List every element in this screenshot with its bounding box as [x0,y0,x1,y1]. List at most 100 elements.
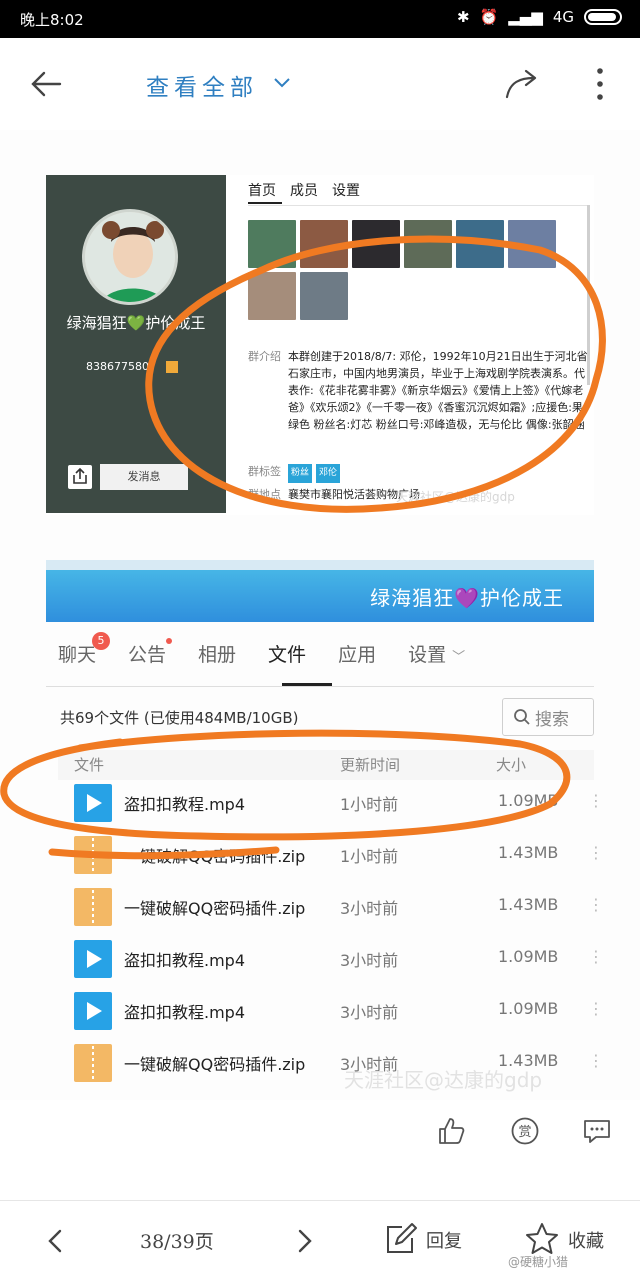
group-tab-members[interactable]: 成员 [290,180,318,200]
watermark: @硬糖小猎 [508,1255,569,1269]
share-square-icon[interactable] [68,465,92,489]
zip-file-icon [74,888,112,926]
file-name: 一键破解QQ密码插件.zip [124,1055,306,1074]
watermark: 天涯社区@达康的gdp [344,1068,543,1092]
search-icon [514,709,530,725]
reply-icon[interactable] [382,1221,418,1257]
file-time: 1小时前 [340,795,399,814]
row-more-icon[interactable]: ⋮ [588,843,604,862]
file-time: 1小时前 [340,847,399,866]
send-message-button[interactable]: 发消息 [100,464,188,490]
tab-label: 应用 [338,644,377,666]
file-time: 3小时前 [340,1003,399,1022]
group-photo[interactable] [508,220,556,268]
group-photo[interactable] [248,220,296,268]
group-photo[interactable] [248,272,296,320]
page-indicator[interactable]: 38/39页 [140,1227,214,1254]
group-profile-panel: 绿海猖狂💚护伦成王 838677580 发消息 [46,175,226,513]
group-photo[interactable] [352,220,400,268]
file-row[interactable]: 一键破解QQ密码插件.zip 1小时前 1.43MB ⋮ [58,830,604,882]
file-row[interactable]: 盗扣扣教程.mp4 1小时前 1.09MB ⋮ [58,778,604,830]
post-image[interactable]: 绿海猖狂💚护伦成王 838677580 发消息 首页 成员 设置 群介绍 本群创… [0,130,640,1100]
bluetooth-icon: ✱ [456,8,470,26]
reply-button[interactable]: 回复 [426,1227,462,1253]
group-tab-home[interactable]: 首页 [248,180,276,200]
column-size[interactable]: 大小 [496,754,526,775]
comment-icon[interactable] [582,1116,612,1146]
group-tab-settings[interactable]: 设置 [332,180,360,200]
favorite-button[interactable]: 收藏 [568,1227,604,1253]
like-icon[interactable] [436,1116,466,1146]
new-dot [166,638,173,644]
group-tabs: 聊天 5 公告 相册 文件 应用 设置 ﹀ [58,632,497,667]
group-tab-underline [248,202,282,204]
video-file-icon [74,784,112,822]
file-name: 盗扣扣教程.mp4 [124,951,246,970]
group-photo[interactable] [300,272,348,320]
column-name[interactable]: 文件 [74,754,104,775]
status-time: 晚上8:02 [20,11,84,29]
group-info-panel: 首页 成员 设置 群介绍 本群创建于2018/8/7: 邓伦，1992年10月2… [242,175,594,513]
location-label: 群地点 [248,488,281,501]
group-banner: 绿海猖狂💜护伦成王 [46,560,594,622]
group-intro-row: 群介绍 本群创建于2018/8/7: 邓伦，1992年10月21日出生于河北省石… [248,348,588,433]
video-file-icon [74,940,112,978]
file-row[interactable]: 一键破解QQ密码插件.zip 3小时前 1.43MB ⋮ [58,882,604,934]
more-menu-icon[interactable] [592,66,608,102]
network-type: 4G [552,8,574,26]
group-tags-row: 群标签 粉丝 邓伦 [248,463,588,483]
row-more-icon[interactable]: ⋮ [588,999,604,1018]
tab-chat[interactable]: 聊天 5 [58,632,111,667]
alarm-icon: ⏰ [479,8,499,26]
group-photo-grid [248,220,558,320]
tab-apps[interactable]: 应用 [338,640,376,667]
bottom-bar: 38/39页 回复 收藏 @硬糖小猎 [0,1201,640,1280]
group-photo[interactable] [300,220,348,268]
tab-settings[interactable]: 设置 ﹀ [408,640,465,667]
group-name: 绿海猖狂💚护伦成王 [66,314,206,332]
chevron-down-icon[interactable] [272,76,292,90]
page-title[interactable]: 查看全部 [146,68,258,102]
file-size: 1.43MB [498,895,559,914]
row-more-icon[interactable]: ⋮ [588,895,604,914]
tab-label: 公告 [128,644,167,666]
file-size: 1.09MB [498,999,559,1018]
intro-text: 本群创建于2018/8/7: 邓伦，1992年10月21日出生于河北省石家庄市，… [288,350,588,431]
file-size: 1.09MB [498,947,559,966]
watermark: 天涯社区@达康的gdp [396,490,515,504]
group-card: 绿海猖狂💚护伦成王 838677580 发消息 首页 成员 设置 群介绍 本群创… [46,175,594,515]
file-name: 盗扣扣教程.mp4 [124,795,246,814]
video-file-icon [74,992,112,1030]
file-row[interactable]: 盗扣扣教程.mp4 3小时前 1.09MB ⋮ [58,986,604,1038]
file-name: 一键破解QQ密码插件.zip [124,847,306,866]
back-arrow-icon[interactable] [30,70,62,98]
group-photo[interactable] [404,220,452,268]
group-tag: 邓伦 [316,464,341,483]
tab-album[interactable]: 相册 [198,640,236,667]
tab-label: 相册 [198,644,237,666]
star-icon[interactable] [524,1221,560,1257]
file-table-header: 文件 更新时间 大小 [58,750,594,780]
column-time[interactable]: 更新时间 [340,754,400,775]
top-bar: 查看全部 [0,38,640,130]
file-time: 3小时前 [340,951,399,970]
svg-text:赏: 赏 [518,1125,531,1140]
intro-label: 群介绍 [248,350,281,363]
row-more-icon[interactable]: ⋮ [588,1051,604,1070]
share-icon[interactable] [504,68,540,100]
chevron-down-icon: ﹀ [452,650,466,665]
row-more-icon[interactable]: ⋮ [588,947,604,966]
reward-icon[interactable]: 赏 [510,1116,540,1146]
file-search-input[interactable]: 搜索 [502,698,594,736]
group-photo[interactable] [456,220,504,268]
tab-files[interactable]: 文件 [268,640,306,667]
file-time: 3小时前 [340,899,399,918]
group-card-tabs: 首页 成员 设置 [248,180,360,200]
next-page-icon[interactable] [294,1227,316,1255]
tab-label: 文件 [268,644,307,666]
search-placeholder: 搜索 [535,709,569,730]
previous-page-icon[interactable] [44,1227,66,1255]
tab-announcement[interactable]: 公告 [128,638,173,667]
file-row[interactable]: 盗扣扣教程.mp4 3小时前 1.09MB ⋮ [58,934,604,986]
row-more-icon[interactable]: ⋮ [588,791,604,810]
